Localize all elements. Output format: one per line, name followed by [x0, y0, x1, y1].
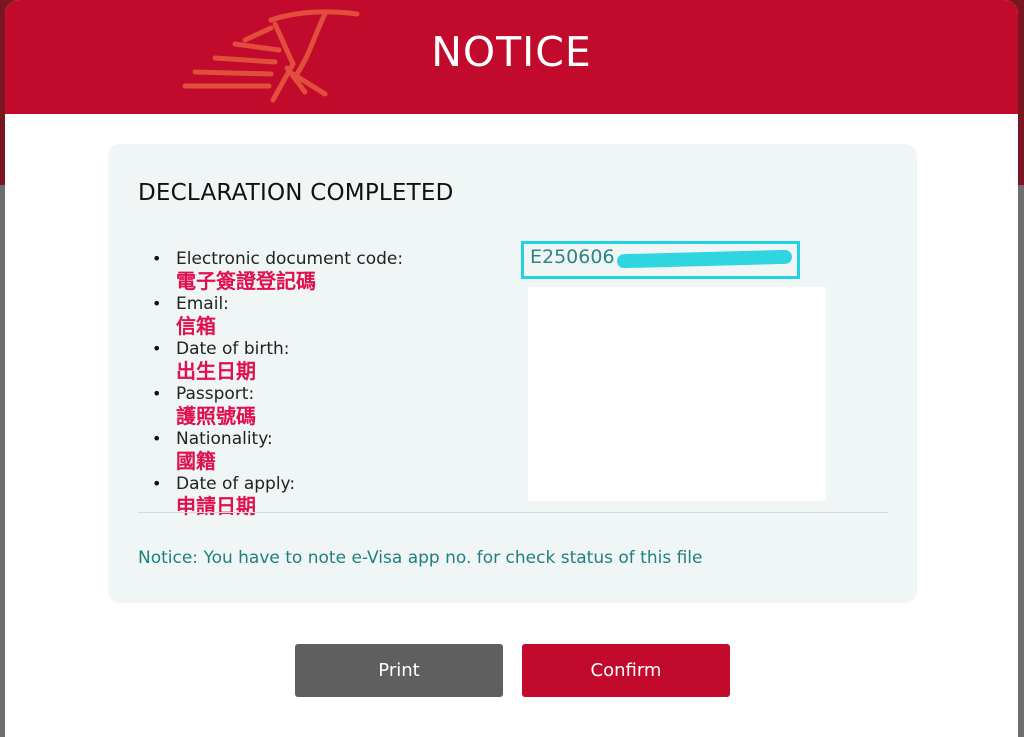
bullet-icon: • — [152, 249, 162, 268]
divider — [138, 512, 888, 513]
field-label: Date of apply: — [176, 474, 296, 494]
bullet-icon: • — [152, 294, 162, 313]
field-label: Electronic document code: — [176, 249, 404, 269]
field-label: Email: — [176, 294, 229, 314]
bullet-icon: • — [152, 339, 162, 358]
list-item: • Email: 信箱 — [150, 293, 510, 338]
field-note-zh: 電子簽證登記碼 — [176, 269, 316, 293]
notice-modal: NOTICE DECLARATION COMPLETED • Electroni… — [5, 0, 1018, 737]
field-note-zh: 國籍 — [176, 449, 216, 473]
field-note-zh: 護照號碼 — [176, 404, 256, 428]
field-note-zh: 信箱 — [176, 314, 216, 338]
list-item: • Nationality: 國籍 — [150, 428, 510, 473]
notice-text: Notice: You have to note e-Visa app no. … — [138, 548, 703, 568]
bullet-icon: • — [152, 429, 162, 448]
field-note-zh: 出生日期 — [176, 359, 256, 383]
bullet-icon: • — [152, 384, 162, 403]
field-label: Nationality: — [176, 429, 273, 449]
panel-title: DECLARATION COMPLETED — [138, 180, 454, 206]
confirm-button[interactable]: Confirm — [522, 644, 730, 697]
document-code-highlight — [521, 241, 800, 279]
redacted-values-area — [528, 287, 826, 501]
field-label: Passport: — [176, 384, 255, 404]
field-list: • Electronic document code: 電子簽證登記碼 • Em… — [150, 248, 510, 518]
modal-title: NOTICE — [431, 28, 592, 76]
field-label: Date of birth: — [176, 339, 290, 359]
print-button[interactable]: Print — [295, 644, 503, 697]
list-item: • Date of birth: 出生日期 — [150, 338, 510, 383]
list-item: • Electronic document code: 電子簽證登記碼 — [150, 248, 510, 293]
list-item: • Passport: 護照號碼 — [150, 383, 510, 428]
declaration-panel: DECLARATION COMPLETED • Electronic docum… — [108, 144, 917, 603]
modal-header: NOTICE — [5, 0, 1018, 114]
bullet-icon: • — [152, 474, 162, 493]
field-note-zh: 申請日期 — [176, 494, 256, 518]
